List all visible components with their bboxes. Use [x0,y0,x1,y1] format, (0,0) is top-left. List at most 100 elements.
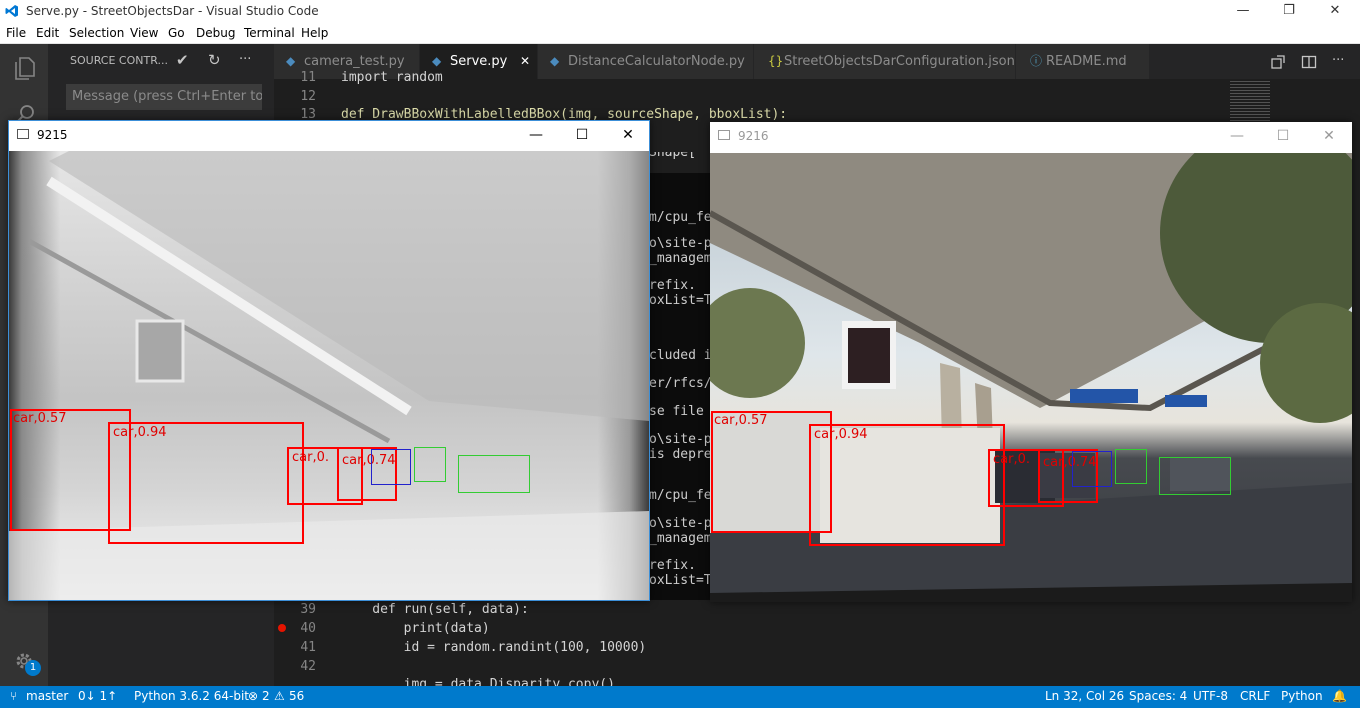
split-editor-icon[interactable] [1301,54,1317,70]
terminal-line: _manageme [649,531,711,546]
commit-check-icon[interactable]: ✔ [176,51,189,69]
settings-badge: 1 [25,660,41,676]
menu-selection[interactable]: Selection [69,26,124,40]
street-scene [710,153,1352,602]
close-button[interactable]: ✕ [1312,0,1358,23]
terminal-line: o\site-p [649,516,711,531]
open-changes-icon[interactable] [1270,54,1286,70]
terminal-line: o\site-p [649,236,711,251]
close-button[interactable]: ✕ [605,121,651,149]
terminal-line: refix. [649,278,696,293]
menu-debug[interactable]: Debug [196,26,235,40]
notification-bell-icon[interactable]: 🔔 [1332,689,1347,703]
language-mode[interactable]: Python [1281,689,1323,703]
bbox-object [1159,457,1231,495]
terminal-line: m/cpu_fe [649,488,711,503]
git-branch[interactable]: master [26,689,68,703]
code-line: print(data) [341,621,490,636]
menu-go[interactable]: Go [168,26,185,40]
tab-label: camera_test.py [304,54,405,69]
sidebar-title: SOURCE CONTR... [70,54,168,67]
line-number: 41 [300,640,316,655]
disparity-image: car,0.57 car,0.94 car,0. car,0.74 [9,151,649,600]
bbox-car [809,424,1005,546]
refresh-icon[interactable]: ↻ [208,51,221,69]
bbox-object [371,449,411,485]
status-bar: ⑂ master 0↓ 1↑ Python 3.6.2 64-bit ⊗ 2 ⚠… [0,686,1360,708]
line-number: 39 [300,602,316,617]
python-interpreter[interactable]: Python 3.6.2 64-bit [134,689,249,703]
tab-label: README.md [1046,54,1127,69]
window-title: 9216 [738,129,769,143]
minimize-button[interactable]: — [1214,122,1260,150]
tab-label: DistanceCalculatorNode.py [568,54,745,69]
terminal-line: se file [649,404,704,419]
code-line: def run(self, data): [341,602,529,617]
window-icon [17,129,29,139]
menu-terminal[interactable]: Terminal [244,26,295,40]
cursor-position[interactable]: Ln 32, Col 26 [1045,689,1124,703]
window-title: 9215 [37,128,68,142]
menu-file[interactable]: File [6,26,26,40]
bbox-label: car,0.94 [814,427,868,442]
line-number: 11 [300,70,316,85]
error-icon[interactable]: ⊗ [248,689,258,703]
explorer-icon[interactable] [14,56,36,80]
bbox-label: car,0.94 [113,425,167,440]
tab-label: StreetObjectsDarConfiguration.json [784,54,1015,69]
minimap[interactable] [1230,81,1270,121]
more-actions-icon[interactable]: ··· [1332,53,1344,68]
tab-label: Serve.py [450,54,508,69]
close-button[interactable]: ✕ [1306,122,1352,150]
disparity-window[interactable]: 9215 — ☐ ✕ car,0.57 car,0.94 car,0. car,… [8,120,650,601]
warning-count[interactable]: 56 [289,689,304,703]
terminal-line: o\site-p [649,432,711,447]
bbox-car [108,422,304,544]
menu-view[interactable]: View [130,26,158,40]
bbox-object [458,455,530,493]
commit-message-input[interactable]: Message (press Ctrl+Enter to [66,84,262,110]
terminal-line: oxList=T [649,573,711,588]
bbox-label: car,0.57 [714,413,768,428]
more-actions-icon[interactable]: ··· [239,52,251,67]
vscode-logo-icon [5,5,18,17]
maximize-button[interactable]: ☐ [1260,122,1306,150]
bbox-label: car,0. [993,452,1030,467]
code-line: import random [341,70,443,85]
bbox-object [414,447,446,482]
terminal-line: oxList=T [649,293,711,308]
window-icon [718,130,730,140]
menu-bar: File Edit Selection View Go Debug Termin… [0,23,1360,44]
encoding[interactable]: UTF-8 [1193,689,1228,703]
menu-edit[interactable]: Edit [36,26,59,40]
bbox-object [1115,449,1147,484]
minimize-button[interactable]: — [513,121,559,149]
error-count[interactable]: 2 [262,689,270,703]
close-tab-icon[interactable]: ✕ [520,44,530,79]
camera-image: car,0.57 car,0.94 car,0. car,0.74 [710,153,1352,602]
terminal-line: er/rfcs/ [649,376,711,391]
terminal-line: cluded i [649,348,711,363]
maximize-button[interactable]: ☐ [559,121,605,149]
tab-configuration-json[interactable]: {} StreetObjectsDarConfiguration.json [754,44,1016,79]
minimize-button[interactable]: — [1220,0,1266,23]
camera-window[interactable]: 9216 — ☐ ✕ car,0.57 car,0.94 car,0. car,… [710,122,1352,602]
indentation[interactable]: Spaces: 4 [1129,689,1187,703]
tab-distance-calculator[interactable]: ◆ DistanceCalculatorNode.py [538,44,754,79]
line-number: 40 [300,621,316,636]
line-ending[interactable]: CRLF [1240,689,1270,703]
python-icon: ◆ [550,54,560,68]
tab-readme[interactable]: ⓘ README.md [1016,44,1150,79]
terminal-panel[interactable]: Shape[ m/cpu_fe o\site-p _manageme refix… [649,152,711,600]
bbox-label: car,0. [292,450,329,465]
line-number: 12 [300,89,316,104]
branch-icon[interactable]: ⑂ [10,689,17,703]
maximize-button[interactable]: ❐ [1266,0,1312,23]
menu-help[interactable]: Help [301,26,328,40]
terminal-line: refix. [649,558,696,573]
sync-status[interactable]: 0↓ 1↑ [78,689,117,703]
warning-icon[interactable]: ⚠ [274,689,285,703]
disparity-structure [9,151,649,600]
info-icon: ⓘ [1030,54,1043,68]
line-number: 42 [300,659,316,674]
